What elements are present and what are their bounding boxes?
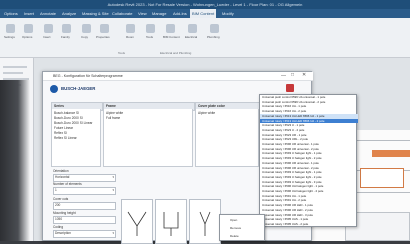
chevron-down-icon: ▾: [112, 188, 114, 192]
mounting-height-input[interactable]: 1050: [53, 216, 116, 224]
cover-cuts-input[interactable]: 200: [53, 202, 116, 210]
plan-highlight-box: [360, 168, 404, 188]
chevron-down-icon: ▾: [112, 175, 114, 179]
minimize-button[interactable]: —: [281, 73, 286, 79]
copy-icon[interactable]: [82, 24, 91, 33]
ribbon-group-electrical: Electrical and Plumbing: [160, 51, 192, 55]
elements-select[interactable]: 1 ▾: [53, 187, 116, 195]
orientation-value: Horizontal: [55, 175, 70, 179]
menu-view[interactable]: View: [138, 9, 147, 18]
browser-row[interactable]: [3, 66, 27, 68]
maximize-button[interactable]: □: [291, 72, 294, 78]
menu-annotate[interactable]: Annotate: [40, 9, 56, 18]
mounting-height-value: 1050: [55, 217, 63, 221]
ribbon-label-options: Options: [22, 35, 33, 39]
list-item[interactable]: Busch-Duro 2000 SI Linear: [54, 121, 92, 125]
menu-bar: Options Insert Annotate Analyze Massing …: [0, 9, 410, 18]
menu-collaborate[interactable]: Collaborate: [112, 9, 132, 18]
menu-insert[interactable]: Insert: [24, 9, 34, 18]
browser-row[interactable]: [3, 72, 23, 74]
ribbon: Settings Options Insert Family Copy Prop…: [0, 18, 410, 58]
menu-options[interactable]: Options: [4, 9, 18, 18]
dropdown-option[interactable]: Universal rotary / 6595 UAS - 2 pole: [260, 222, 358, 227]
ribbon-label-family: Family: [61, 35, 70, 39]
elements-label: Number of elements: [53, 182, 82, 186]
cover-color-list[interactable]: Alpine white: [195, 109, 259, 167]
insert-type-dropdown[interactable]: Universal push control 6596 UA universal…: [259, 94, 358, 227]
tools-icon[interactable]: [146, 24, 155, 33]
coding-select[interactable]: Description ▾: [53, 230, 116, 238]
list-item[interactable]: Alpine white: [106, 111, 123, 115]
orientation-label: Orientation: [53, 169, 69, 173]
list-item[interactable]: Busch-balance SI: [54, 111, 79, 115]
dialog-title: BEG - Konfiguration für Schalterprogramm…: [43, 72, 313, 81]
switch-symbol-icon: [163, 212, 179, 236]
plan-highlight-bar: [372, 150, 410, 157]
brand-name: BUSCH-JAEGER: [61, 86, 96, 91]
export-icon[interactable]: [286, 84, 294, 92]
menu-manage[interactable]: Manage: [152, 9, 166, 18]
bim-content-icon[interactable]: [166, 24, 175, 33]
ribbon-label-insert: Insert: [43, 35, 51, 39]
ribbon-group-tools: Tools: [118, 51, 126, 55]
orientation-select[interactable]: Horizontal ▾: [53, 174, 116, 182]
elements-value: 1: [55, 188, 57, 192]
switch-symbol-icon: [127, 211, 147, 236]
photo-edge-shadow: [0, 80, 30, 241]
menu-modify[interactable]: Modify: [222, 9, 234, 18]
switch-preview-1[interactable]: [121, 199, 153, 244]
settings-icon[interactable]: [6, 24, 15, 33]
electrical-icon[interactable]: [188, 24, 197, 33]
series-list[interactable]: Busch-balance SI Busch-Duro 2000 SI Busc…: [51, 109, 101, 167]
ribbon-label-plumbing: Plumbing: [207, 35, 220, 39]
list-item[interactable]: Busch-Duro 2000 SI: [54, 116, 83, 120]
insert-icon[interactable]: [44, 24, 53, 33]
menu-bim-content[interactable]: BIM Content: [190, 9, 217, 18]
ribbon-label-copy: Copy: [81, 35, 89, 39]
room-icon[interactable]: [126, 24, 135, 33]
switch-preview-2[interactable]: [155, 199, 187, 244]
context-delete[interactable]: Delete: [230, 234, 239, 238]
family-icon[interactable]: [62, 24, 71, 33]
context-remove[interactable]: Remove: [230, 226, 241, 230]
ribbon-label-electrical: Electrical: [185, 35, 198, 39]
cover-cuts-value: 200: [55, 203, 61, 207]
list-item[interactable]: Full frame: [106, 116, 120, 120]
frame-list[interactable]: Alpine white Full frame: [103, 109, 193, 167]
menu-massing-site[interactable]: Massing & Site: [82, 9, 109, 18]
coding-label: Coding: [53, 225, 64, 229]
plumbing-icon[interactable]: [210, 24, 219, 33]
list-item[interactable]: Reflex SI Linear: [54, 136, 77, 140]
context-open[interactable]: Open: [230, 218, 237, 222]
list-item[interactable]: Alpine white: [198, 111, 215, 115]
ribbon-label-settings: Settings: [4, 35, 15, 39]
busch-jaeger-logo-icon: [50, 85, 58, 93]
context-menu: Open Remove Delete: [219, 214, 265, 241]
ribbon-label-tools: Tools: [146, 35, 154, 39]
ribbon-label-properties: Properties: [96, 35, 110, 39]
properties-icon[interactable]: [100, 24, 109, 33]
menu-add-ins[interactable]: Add-Ins: [173, 9, 187, 18]
cover-cuts-label: Cover cuts: [53, 197, 69, 201]
ribbon-label-room: Room: [126, 35, 135, 39]
coding-value: Description: [55, 231, 71, 235]
mounting-height-label: Mounting height: [53, 211, 76, 215]
close-button[interactable]: ✕: [302, 72, 306, 78]
switch-symbol-icon: [199, 211, 211, 236]
menu-analyze[interactable]: Analyze: [62, 9, 76, 18]
window-title: Autodesk Revit 2023 - Not For Resale Ver…: [0, 0, 410, 9]
ribbon-label-bim-content: BIM Content: [163, 35, 180, 39]
list-item[interactable]: Future Linear: [54, 126, 73, 130]
list-item[interactable]: Reflex SI: [54, 131, 67, 135]
chevron-down-icon: ▾: [112, 231, 114, 235]
switch-preview-3[interactable]: [189, 199, 221, 244]
options-icon[interactable]: [24, 24, 33, 33]
